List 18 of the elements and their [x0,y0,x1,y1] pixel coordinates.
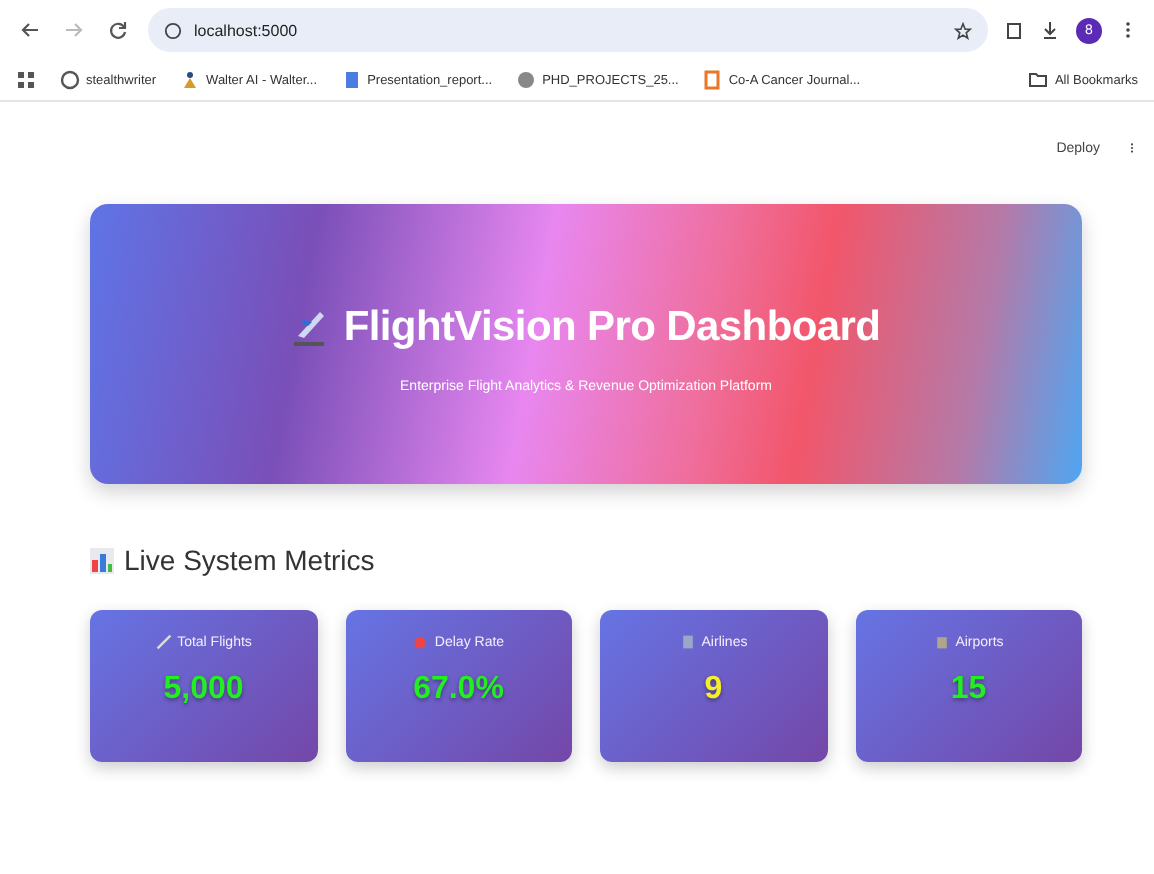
figure-icon [180,70,201,90]
metric-value: 5,000 [163,672,244,708]
dashboard-title: FlightVision Pro Dashboard [343,303,881,351]
metric-value: 15 [950,672,987,708]
document-icon [702,70,723,90]
star-icon [954,21,972,39]
url-text: localhost:5000 [194,21,298,39]
metric-value: 67.0% [413,672,504,708]
apps-icon [16,70,36,90]
document-icon [341,70,362,90]
section-title: Live System Metrics [124,544,375,576]
bar-chart-icon [90,547,114,573]
download-icon [1040,20,1060,40]
metric-value: 9 [704,672,723,708]
back-icon[interactable] [20,20,40,40]
folder-icon [1028,70,1049,90]
address-bar[interactable]: localhost:5000 [148,8,988,52]
reload-icon[interactable] [108,20,128,40]
